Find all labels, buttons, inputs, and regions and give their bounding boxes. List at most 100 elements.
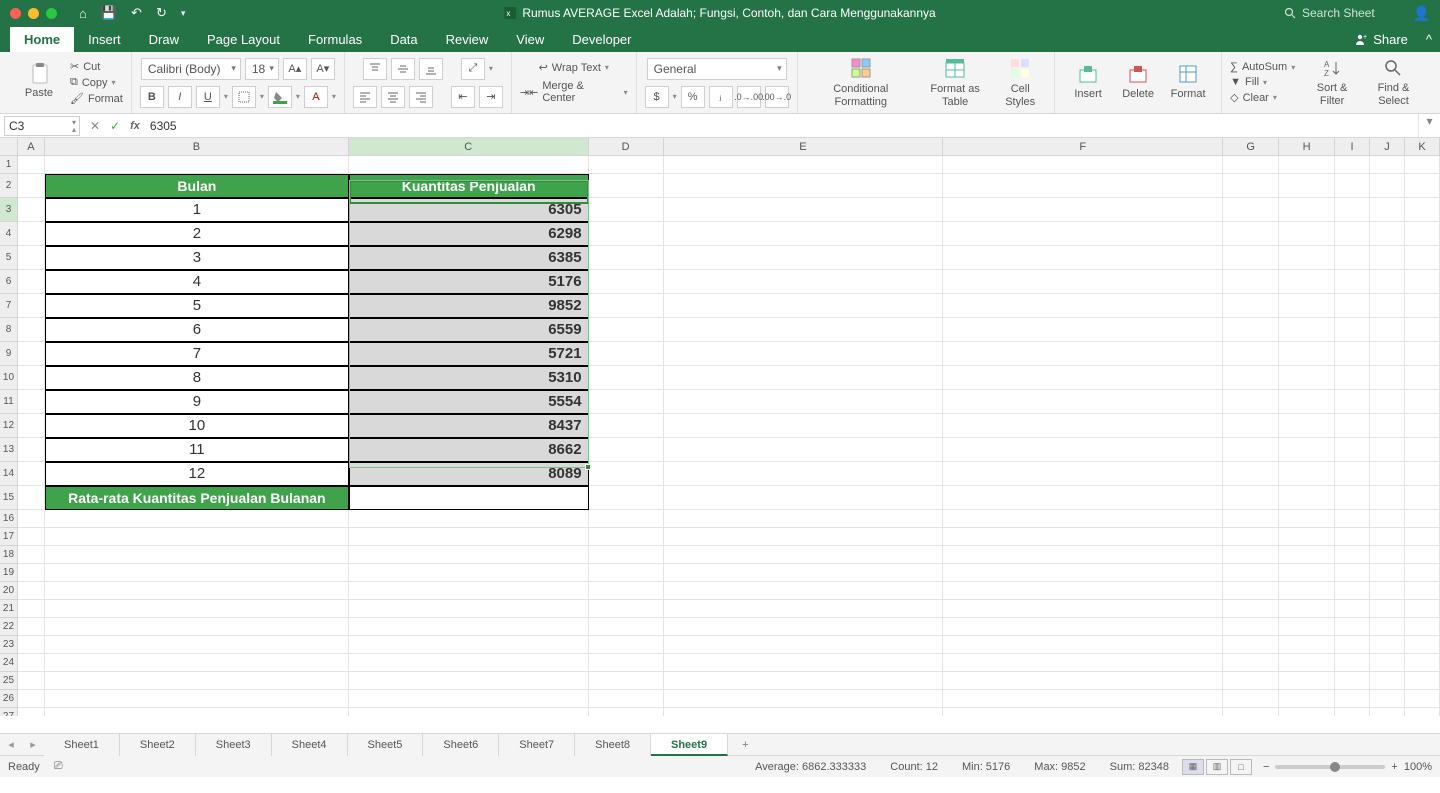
- cell[interactable]: [1370, 246, 1405, 270]
- align-top-button[interactable]: [363, 58, 387, 80]
- redo-icon[interactable]: ↻: [156, 5, 167, 21]
- cell[interactable]: [1223, 414, 1279, 438]
- row-header-21[interactable]: 21: [0, 600, 18, 618]
- cell[interactable]: [1223, 486, 1279, 510]
- cell[interactable]: [18, 600, 45, 618]
- cell[interactable]: [1335, 636, 1370, 654]
- table-footer-value[interactable]: [349, 486, 589, 510]
- cell[interactable]: [589, 654, 664, 672]
- tab-formulas[interactable]: Formulas: [294, 27, 376, 52]
- cell[interactable]: [589, 414, 664, 438]
- cell[interactable]: [1335, 246, 1370, 270]
- cell[interactable]: [1405, 582, 1440, 600]
- sheet-tab-Sheet8[interactable]: Sheet8: [575, 734, 651, 756]
- cell[interactable]: [1279, 222, 1335, 246]
- sheet-search[interactable]: [1284, 6, 1402, 20]
- cell[interactable]: [1223, 528, 1279, 546]
- enter-formula-icon[interactable]: ✓: [110, 119, 120, 133]
- percent-button[interactable]: %: [681, 86, 705, 108]
- cell[interactable]: [18, 366, 45, 390]
- sheet-tab-Sheet2[interactable]: Sheet2: [120, 734, 196, 756]
- cell[interactable]: [1279, 294, 1335, 318]
- zoom-slider[interactable]: [1275, 765, 1385, 769]
- cell[interactable]: [1370, 318, 1405, 342]
- cell[interactable]: [1335, 600, 1370, 618]
- cell[interactable]: [18, 708, 45, 716]
- cell[interactable]: [589, 438, 664, 462]
- cell[interactable]: [1223, 366, 1279, 390]
- font-color-button[interactable]: A: [304, 86, 328, 108]
- cell[interactable]: [664, 690, 944, 708]
- cell[interactable]: [1279, 486, 1335, 510]
- cell[interactable]: [18, 414, 45, 438]
- name-box[interactable]: C3▴: [4, 116, 80, 136]
- cell[interactable]: [1223, 672, 1279, 690]
- cell[interactable]: [1405, 156, 1440, 174]
- cell[interactable]: [1223, 636, 1279, 654]
- autosum-button[interactable]: ∑AutoSum▾: [1230, 61, 1295, 73]
- expand-formula-bar-icon[interactable]: ▾: [1418, 114, 1440, 137]
- cell[interactable]: [943, 528, 1223, 546]
- cell[interactable]: [589, 318, 664, 342]
- table-cell-value[interactable]: 5554: [349, 390, 589, 414]
- cell[interactable]: [1223, 294, 1279, 318]
- table-cell-value[interactable]: 8089: [349, 462, 589, 486]
- cell[interactable]: [943, 582, 1223, 600]
- close-window-button[interactable]: [10, 8, 21, 19]
- cell[interactable]: [45, 654, 349, 672]
- row-header-5[interactable]: 5: [0, 246, 18, 270]
- cell[interactable]: [1335, 564, 1370, 582]
- align-bottom-button[interactable]: [419, 58, 443, 80]
- cell[interactable]: [1405, 270, 1440, 294]
- col-header-G[interactable]: G: [1223, 138, 1279, 155]
- clear-button[interactable]: ◇Clear▾: [1230, 91, 1295, 104]
- cell[interactable]: [1279, 174, 1335, 198]
- table-header-kuantitas[interactable]: Kuantitas Penjualan: [349, 174, 589, 198]
- cell[interactable]: [349, 654, 589, 672]
- cell[interactable]: [943, 546, 1223, 564]
- cell[interactable]: [664, 708, 944, 716]
- fill-button[interactable]: ▼Fill▾: [1230, 76, 1295, 88]
- cell[interactable]: [349, 618, 589, 636]
- cell[interactable]: [1405, 246, 1440, 270]
- cell[interactable]: [1405, 366, 1440, 390]
- cell[interactable]: [1279, 366, 1335, 390]
- cell[interactable]: [1335, 486, 1370, 510]
- sheet-tab-Sheet4[interactable]: Sheet4: [272, 734, 348, 756]
- cell[interactable]: [589, 486, 664, 510]
- cell[interactable]: [664, 174, 944, 198]
- cell[interactable]: [664, 438, 944, 462]
- col-header-D[interactable]: D: [589, 138, 664, 155]
- tab-insert[interactable]: Insert: [74, 27, 135, 52]
- formula-input[interactable]: 6305: [150, 119, 1418, 133]
- cell[interactable]: [1223, 318, 1279, 342]
- cell[interactable]: [45, 564, 349, 582]
- cell[interactable]: [943, 708, 1223, 716]
- zoom-window-button[interactable]: [46, 8, 57, 19]
- cell[interactable]: [1279, 414, 1335, 438]
- cell[interactable]: [589, 156, 664, 174]
- cell[interactable]: [349, 156, 589, 174]
- cell[interactable]: [18, 672, 45, 690]
- sort-filter-button[interactable]: AZ Sort & Filter: [1303, 58, 1361, 106]
- cell[interactable]: [1405, 222, 1440, 246]
- font-size-select[interactable]: 18: [245, 58, 279, 80]
- cell[interactable]: [1279, 198, 1335, 222]
- tab-draw[interactable]: Draw: [135, 27, 193, 52]
- cell[interactable]: [1223, 246, 1279, 270]
- cell[interactable]: [349, 600, 589, 618]
- cell[interactable]: [45, 528, 349, 546]
- row-header-9[interactable]: 9: [0, 342, 18, 366]
- row-header-10[interactable]: 10: [0, 366, 18, 390]
- cell[interactable]: [1335, 270, 1370, 294]
- add-sheet-button[interactable]: +: [728, 739, 762, 751]
- decrease-font-button[interactable]: A▾: [311, 58, 335, 80]
- row-header-13[interactable]: 13: [0, 438, 18, 462]
- minimize-window-button[interactable]: [28, 8, 39, 19]
- table-cell-bulan[interactable]: 6: [45, 318, 349, 342]
- table-header-bulan[interactable]: Bulan: [45, 174, 349, 198]
- cell[interactable]: [943, 510, 1223, 528]
- cut-button[interactable]: ✂Cut: [70, 60, 123, 73]
- cell[interactable]: [18, 222, 45, 246]
- cell[interactable]: [1405, 318, 1440, 342]
